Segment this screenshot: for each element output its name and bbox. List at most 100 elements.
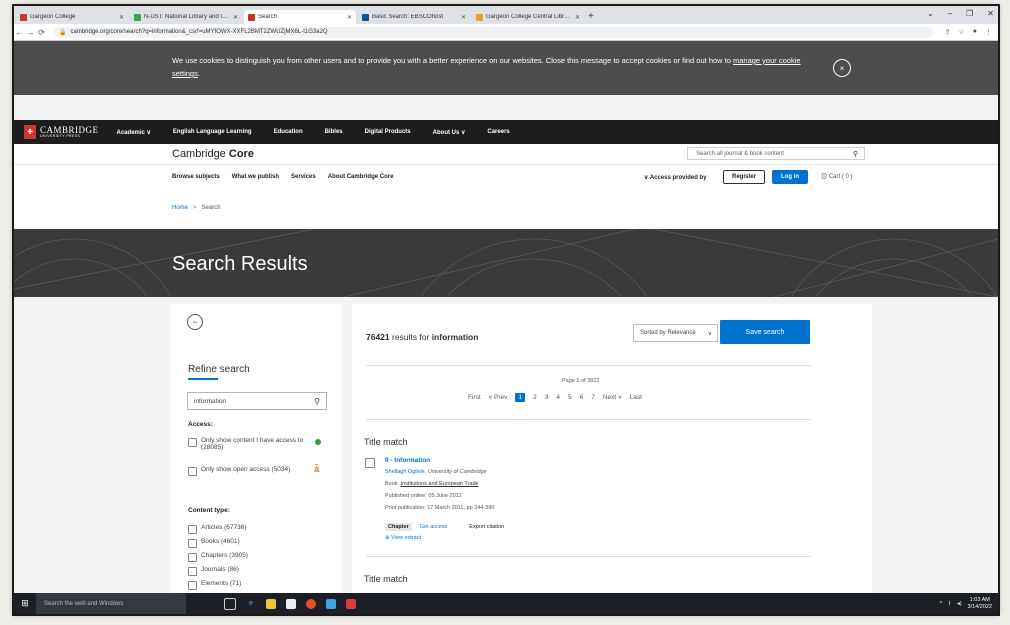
checkbox[interactable] (188, 467, 197, 476)
result-author[interactable]: Shellagh Ogilvie, University of Cambridg… (385, 469, 487, 475)
cambridge-core-logo[interactable]: Cambridge Core (172, 148, 254, 160)
match-type-label: Title match (364, 437, 408, 447)
export-citation-link[interactable]: Export citation (469, 524, 504, 530)
nav-item-academic[interactable]: Academic ∨ (117, 129, 151, 136)
pager-page[interactable]: 2 (533, 394, 537, 401)
nav-item-english-language-learning[interactable]: English Language Learning (173, 129, 252, 136)
app-icon[interactable] (326, 598, 336, 609)
windows-start-icon[interactable]: ⊞ (14, 598, 36, 609)
search-icon[interactable]: ⚲ (314, 397, 320, 406)
book-link[interactable]: Institutions and European Trade (401, 481, 479, 487)
pager-next[interactable]: Next » (603, 394, 622, 401)
minimize-icon[interactable]: – (948, 9, 952, 18)
core-search-input[interactable]: Search all journal & book content ⚲ (687, 147, 865, 160)
result-checkbox[interactable] (365, 458, 375, 468)
search-icon[interactable]: ⚲ (853, 150, 858, 158)
cookie-close-button[interactable]: × (833, 59, 851, 77)
address-bar[interactable]: 🔒 cambridge.org/core/search?q=informatio… (53, 26, 933, 38)
checkbox[interactable] (188, 581, 197, 590)
maximize-icon[interactable]: ❐ (966, 9, 973, 18)
tab-close-icon[interactable]: ✕ (575, 14, 580, 21)
pager-prev[interactable]: « Prev (489, 394, 508, 401)
access-provided-dropdown[interactable]: ∨ Access provided by (644, 174, 707, 181)
save-search-button[interactable]: Save search (720, 320, 810, 344)
taskbar-search-input[interactable]: Search the web and Windows (36, 593, 186, 614)
close-window-icon[interactable]: ✕ (987, 9, 994, 18)
pager-page[interactable]: 7 (591, 394, 595, 401)
volume-icon[interactable]: ◂) (957, 601, 962, 607)
cambridge-logo[interactable]: ✚ CAMBRIDGE UNIVERSITY PRESS (24, 125, 99, 139)
access-option-open-access[interactable]: Only show open access (5034) ǡ (188, 464, 319, 476)
browser-tab[interactable]: Basic Search: EBSCOhost ✕ (358, 10, 470, 24)
access-option-my-access[interactable]: Only show content I have access to (2808… (188, 437, 322, 451)
pager-first[interactable]: First (468, 394, 481, 401)
share-icon[interactable]: ⇪ (945, 28, 951, 36)
nav-item-careers[interactable]: Careers (487, 129, 509, 136)
sort-select[interactable]: Sorted by Relevance ∨ (633, 324, 718, 342)
tab-close-icon[interactable]: ✕ (461, 14, 466, 21)
services-link[interactable]: Services (291, 174, 316, 180)
refine-search-input[interactable]: information ⚲ (187, 392, 327, 410)
nav-item-education[interactable]: Education (274, 129, 303, 136)
menu-icon[interactable]: ⋮ (985, 28, 992, 36)
forward-icon[interactable]: → (25, 28, 36, 37)
pager-page-current[interactable]: 1 (515, 393, 526, 402)
clock[interactable]: 1:03 AM 3/14/2022 (968, 597, 992, 611)
checkbox[interactable] (188, 567, 197, 576)
checkbox[interactable] (188, 438, 197, 447)
profile-icon[interactable]: ● (973, 28, 977, 36)
browser-tab[interactable]: N-UST: National Library and Info ✕ (130, 10, 242, 24)
store-icon[interactable] (286, 598, 296, 609)
content-type-books[interactable]: Books (4601) (188, 538, 240, 548)
login-button[interactable]: Log in (772, 170, 808, 184)
new-tab-button[interactable]: + (588, 10, 594, 24)
browser-tab[interactable]: Gargeon College ✕ (16, 10, 128, 24)
nav-item-about-us[interactable]: About Us ∨ (433, 129, 466, 136)
tab-close-icon[interactable]: ✕ (347, 14, 352, 21)
tray-chevron-icon[interactable]: ^ (940, 601, 943, 607)
author-affiliation: University of Cambridge (427, 469, 487, 475)
tab-search-icon[interactable]: ⌄ (927, 9, 934, 18)
register-button[interactable]: Register (723, 170, 765, 184)
nav-item-bibles[interactable]: Bibles (325, 129, 343, 136)
reload-icon[interactable]: ⟳ (36, 28, 47, 37)
checkbox[interactable] (188, 553, 197, 562)
about-cambridge-core-link[interactable]: About Cambridge Core (328, 174, 394, 180)
pager-page[interactable]: 5 (568, 394, 572, 401)
checkbox[interactable] (188, 539, 197, 548)
pager-page[interactable]: 4 (556, 394, 560, 401)
view-extract-link[interactable]: ⊕ View extract (385, 535, 421, 541)
tab-close-icon[interactable]: ✕ (119, 14, 124, 21)
content-type-elements[interactable]: Elements (71) (188, 580, 241, 590)
pager-page[interactable]: 3 (545, 394, 549, 401)
collapse-filters-button[interactable]: − (187, 314, 203, 330)
nav-item-digital-products[interactable]: Digital Products (365, 129, 411, 136)
edge-browser-icon[interactable]: e (246, 599, 256, 609)
option-label: Books (4601) (201, 538, 240, 545)
browser-tab-active[interactable]: Search ✕ (244, 10, 356, 24)
content-type-chapters[interactable]: Chapters (3905) (188, 552, 248, 562)
content-type-articles[interactable]: Articles (67736) (188, 524, 247, 534)
cart-link[interactable]: ⛒ Cart ( 0 ) (821, 174, 852, 181)
pager-page[interactable]: 6 (580, 394, 584, 401)
breadcrumb-home[interactable]: Home (172, 205, 188, 211)
what-we-publish-link[interactable]: What we publish (232, 174, 279, 180)
bookmark-star-icon[interactable]: ☆ (958, 28, 964, 36)
checkbox[interactable] (188, 525, 197, 534)
back-icon[interactable]: ← (14, 28, 25, 37)
tab-close-icon[interactable]: ✕ (233, 14, 238, 21)
screen: Gargeon College ✕ N-UST: National Librar… (14, 6, 998, 614)
browser-tab[interactable]: Gargeon College Central Library ✕ (472, 10, 584, 24)
result-title-link[interactable]: 9 - Information (385, 457, 430, 464)
content-type-journals[interactable]: Journals (86) (188, 566, 239, 576)
author-name[interactable]: Shellagh Ogilvie (385, 469, 425, 475)
app-icon[interactable] (346, 598, 356, 609)
browse-subjects-link[interactable]: Browse subjects (172, 174, 220, 180)
pager-last[interactable]: Last (630, 394, 642, 401)
network-icon[interactable]: ⌇ (948, 601, 951, 607)
task-view-icon[interactable] (224, 597, 236, 610)
get-access-link[interactable]: Get access (420, 524, 448, 530)
core-logo-prefix: Cambridge (172, 148, 226, 160)
chrome-icon[interactable] (306, 598, 316, 609)
file-explorer-icon[interactable] (266, 598, 276, 609)
